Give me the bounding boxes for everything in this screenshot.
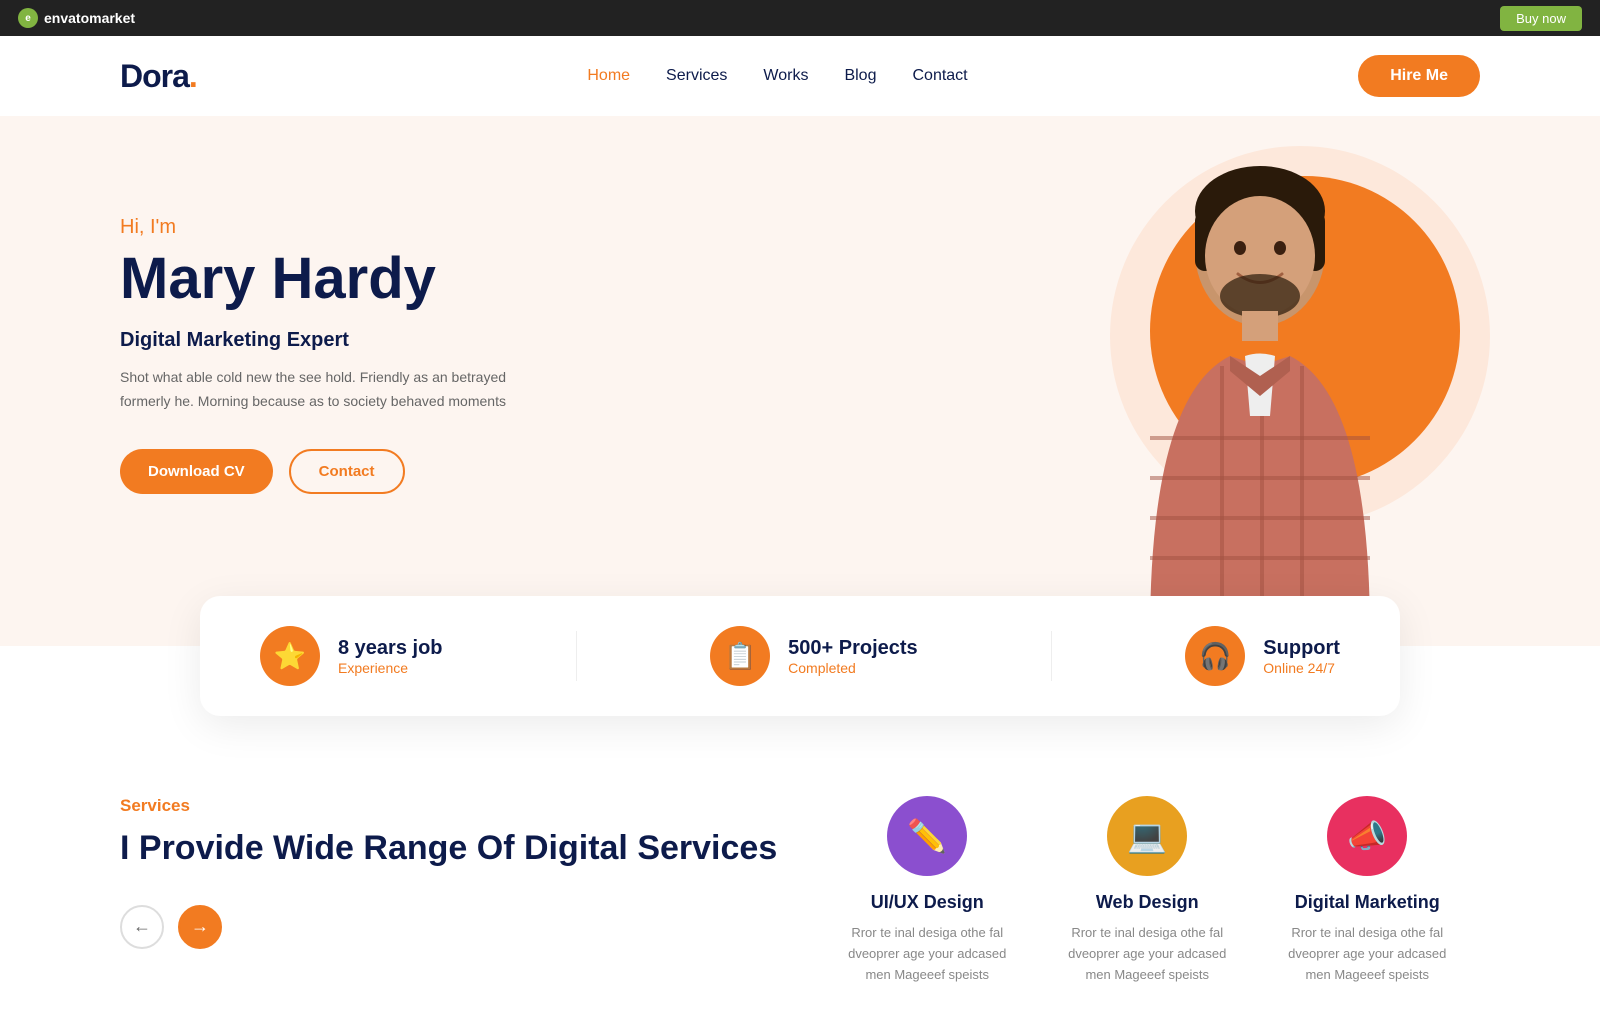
service-marketing-desc: Rror te inal desiga othe fal dveoprer ag… [1277, 923, 1457, 985]
nav-works[interactable]: Works [763, 67, 808, 84]
nav-services[interactable]: Services [666, 67, 727, 84]
service-marketing-title: Digital Marketing [1295, 892, 1440, 913]
services-nav: ← → [120, 905, 777, 949]
services-cards: ✏️ UI/UX Design Rror te inal desiga othe… [837, 796, 1480, 985]
service-webdesign-icon: 💻 [1107, 796, 1187, 876]
service-uiux-title: UI/UX Design [871, 892, 984, 913]
stat-projects-icon: 📋 [710, 626, 770, 686]
stat-divider-1 [576, 631, 577, 681]
stat-experience-icon: ⭐ [260, 626, 320, 686]
person-svg [1070, 156, 1450, 636]
service-card-marketing: 📣 Digital Marketing Rror te inal desiga … [1277, 796, 1457, 985]
stat-projects-sub: Completed [788, 660, 918, 676]
navbar: Dora. Home Services Works Blog Contact H… [0, 36, 1600, 116]
services-next-button[interactable]: → [178, 905, 222, 949]
service-uiux-icon: ✏️ [887, 796, 967, 876]
site-logo[interactable]: Dora. [120, 58, 197, 95]
service-webdesign-title: Web Design [1096, 892, 1199, 913]
stat-experience-label: 8 years job [338, 637, 443, 660]
stat-projects: 📋 500+ Projects Completed [710, 626, 918, 686]
nav-home[interactable]: Home [587, 67, 630, 84]
services-heading: I Provide Wide Range Of Digital Services [120, 828, 777, 869]
hero-description: Shot what able cold new the see hold. Fr… [120, 366, 540, 414]
stat-experience: ⭐ 8 years job Experience [260, 626, 443, 686]
logo-dot: . [189, 58, 197, 94]
hero-image-area [1000, 116, 1520, 636]
service-card-webdesign: 💻 Web Design Rror te inal desiga othe fa… [1057, 796, 1237, 985]
stat-projects-text: 500+ Projects Completed [788, 637, 918, 676]
services-left: Services I Provide Wide Range Of Digital… [120, 796, 777, 949]
stats-bar: ⭐ 8 years job Experience 📋 500+ Projects… [200, 596, 1400, 716]
envato-logo-text: envatomarket [44, 10, 135, 26]
service-webdesign-desc: Rror te inal desiga othe fal dveoprer ag… [1057, 923, 1237, 985]
services-section: Services I Provide Wide Range Of Digital… [0, 716, 1600, 1025]
stat-support-sub: Online 24/7 [1263, 660, 1340, 676]
hire-me-button[interactable]: Hire Me [1358, 55, 1480, 97]
stat-projects-label: 500+ Projects [788, 637, 918, 660]
stat-support-icon: 🎧 [1185, 626, 1245, 686]
envato-icon: e [18, 8, 38, 28]
service-marketing-icon: 📣 [1327, 796, 1407, 876]
envato-logo: e envatomarket [18, 8, 135, 28]
nav-links: Home Services Works Blog Contact [587, 67, 967, 85]
stat-divider-2 [1051, 631, 1052, 681]
buy-now-button[interactable]: Buy now [1500, 6, 1582, 31]
service-card-uiux: ✏️ UI/UX Design Rror te inal desiga othe… [837, 796, 1017, 985]
stat-experience-text: 8 years job Experience [338, 637, 443, 676]
download-cv-button[interactable]: Download CV [120, 449, 273, 494]
services-tag: Services [120, 796, 777, 816]
hero-section: Hi, I'm Mary Hardy Digital Marketing Exp… [0, 116, 1600, 646]
stat-support-label: Support [1263, 637, 1340, 660]
stat-experience-sub: Experience [338, 660, 443, 676]
nav-contact[interactable]: Contact [912, 67, 967, 84]
stat-support-text: Support Online 24/7 [1263, 637, 1340, 676]
services-prev-button[interactable]: ← [120, 905, 164, 949]
stat-support: 🎧 Support Online 24/7 [1185, 626, 1340, 686]
topbar: e envatomarket Buy now [0, 0, 1600, 36]
nav-blog[interactable]: Blog [844, 67, 876, 84]
contact-button[interactable]: Contact [289, 449, 405, 494]
hero-person-image [1050, 136, 1470, 636]
logo-text: Dora [120, 58, 189, 94]
service-uiux-desc: Rror te inal desiga othe fal dveoprer ag… [837, 923, 1017, 985]
